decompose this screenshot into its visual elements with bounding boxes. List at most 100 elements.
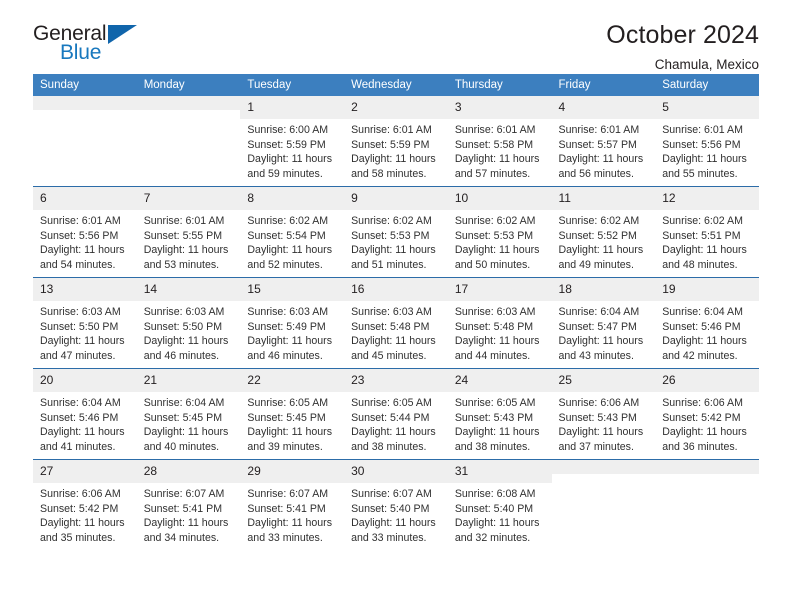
- sunrise-text: Sunrise: 6:01 AM: [558, 124, 640, 136]
- day-cell[interactable]: 15 Sunrise: 6:03 AM Sunset: 5:49 PM Dayl…: [240, 277, 345, 369]
- day-cell: [551, 459, 656, 550]
- day-number: 1: [240, 96, 345, 119]
- day-cell[interactable]: 2 Sunrise: 6:01 AM Sunset: 5:59 PM Dayli…: [344, 96, 448, 187]
- day-cell[interactable]: 9 Sunrise: 6:02 AM Sunset: 5:53 PM Dayli…: [344, 186, 448, 278]
- day-number: [136, 96, 241, 110]
- day-number: 26: [655, 369, 759, 392]
- day-cell[interactable]: 18 Sunrise: 6:04 AM Sunset: 5:47 PM Dayl…: [551, 277, 656, 369]
- day-cell[interactable]: 31 Sunrise: 6:08 AM Sunset: 5:40 PM Dayl…: [447, 459, 552, 550]
- weekday-header-monday: Monday: [136, 74, 241, 96]
- day-cell[interactable]: 27 Sunrise: 6:06 AM Sunset: 5:42 PM Dayl…: [33, 459, 137, 550]
- sunset-text: Sunset: 5:47 PM: [558, 320, 637, 333]
- day-number: 24: [447, 369, 552, 392]
- day-details: Sunrise: 6:06 AM Sunset: 5:43 PM Dayligh…: [552, 392, 656, 454]
- day-cell[interactable]: 5 Sunrise: 6:01 AM Sunset: 5:56 PM Dayli…: [655, 96, 759, 187]
- day-details: Sunrise: 6:03 AM Sunset: 5:49 PM Dayligh…: [240, 301, 344, 363]
- daylight-text-line1: Daylight: 11 hours: [40, 426, 125, 439]
- day-cell[interactable]: 4 Sunrise: 6:01 AM Sunset: 5:57 PM Dayli…: [551, 96, 656, 187]
- sunrise-text: Sunrise: 6:08 AM: [454, 488, 536, 500]
- day-cell[interactable]: 8 Sunrise: 6:02 AM Sunset: 5:54 PM Dayli…: [240, 186, 345, 278]
- day-cell[interactable]: 16 Sunrise: 6:03 AM Sunset: 5:48 PM Dayl…: [344, 277, 448, 369]
- day-cell[interactable]: 21 Sunrise: 6:04 AM Sunset: 5:45 PM Dayl…: [136, 368, 241, 460]
- day-number: 19: [655, 278, 759, 301]
- day-details: Sunrise: 6:02 AM Sunset: 5:53 PM Dayligh…: [344, 210, 448, 272]
- sunrise-text: Sunrise: 6:06 AM: [558, 397, 640, 409]
- day-details: Sunrise: 6:02 AM Sunset: 5:53 PM Dayligh…: [448, 210, 552, 272]
- sunrise-text: Sunrise: 6:05 AM: [454, 397, 536, 409]
- calendar-week-row: 6 Sunrise: 6:01 AM Sunset: 5:56 PM Dayli…: [33, 186, 759, 278]
- sunrise-text: Sunrise: 6:07 AM: [247, 488, 329, 500]
- day-cell[interactable]: 30 Sunrise: 6:07 AM Sunset: 5:40 PM Dayl…: [344, 459, 448, 550]
- sunset-text: Sunset: 5:51 PM: [662, 229, 741, 242]
- sunrise-text: Sunrise: 6:01 AM: [454, 124, 536, 136]
- sunrise-text: Sunrise: 6:01 AM: [143, 215, 225, 227]
- daylight-text-line2: and 37 minutes.: [558, 440, 634, 453]
- day-details: Sunrise: 6:03 AM Sunset: 5:48 PM Dayligh…: [448, 301, 552, 363]
- day-cell[interactable]: 6 Sunrise: 6:01 AM Sunset: 5:56 PM Dayli…: [33, 186, 137, 278]
- day-number: 15: [240, 278, 345, 301]
- day-cell[interactable]: 3 Sunrise: 6:01 AM Sunset: 5:58 PM Dayli…: [447, 96, 552, 187]
- sunrise-text: Sunrise: 6:01 AM: [662, 124, 743, 136]
- daylight-text-line1: Daylight: 11 hours: [454, 244, 540, 257]
- day-cell[interactable]: 13 Sunrise: 6:03 AM Sunset: 5:50 PM Dayl…: [33, 277, 137, 369]
- daylight-text-line2: and 47 minutes.: [40, 349, 116, 362]
- day-details: Sunrise: 6:07 AM Sunset: 5:40 PM Dayligh…: [344, 483, 448, 545]
- sunset-text: Sunset: 5:43 PM: [558, 411, 637, 424]
- day-details: Sunrise: 6:04 AM Sunset: 5:45 PM Dayligh…: [137, 392, 241, 454]
- day-details: Sunrise: 6:03 AM Sunset: 5:50 PM Dayligh…: [33, 301, 137, 363]
- day-cell[interactable]: 23 Sunrise: 6:05 AM Sunset: 5:44 PM Dayl…: [344, 368, 448, 460]
- day-cell[interactable]: 29 Sunrise: 6:07 AM Sunset: 5:41 PM Dayl…: [240, 459, 345, 550]
- sunset-text: Sunset: 5:59 PM: [351, 138, 430, 151]
- day-cell[interactable]: 26 Sunrise: 6:06 AM Sunset: 5:42 PM Dayl…: [655, 368, 759, 460]
- daylight-text-line2: and 33 minutes.: [247, 531, 323, 544]
- day-number: 29: [240, 460, 345, 483]
- sunset-text: Sunset: 5:45 PM: [247, 411, 326, 424]
- sunset-text: Sunset: 5:50 PM: [40, 320, 119, 333]
- day-number: 3: [447, 96, 552, 119]
- sunrise-text: Sunrise: 6:00 AM: [247, 124, 329, 136]
- daylight-text-line2: and 50 minutes.: [454, 258, 531, 271]
- logo-triangle-icon: [108, 25, 137, 44]
- sunset-text: Sunset: 5:59 PM: [247, 138, 326, 151]
- sunrise-text: Sunrise: 6:06 AM: [40, 488, 121, 500]
- day-details: Sunrise: 6:07 AM Sunset: 5:41 PM Dayligh…: [137, 483, 241, 545]
- daylight-text-line2: and 52 minutes.: [247, 258, 323, 271]
- day-cell[interactable]: 11 Sunrise: 6:02 AM Sunset: 5:52 PM Dayl…: [551, 186, 656, 278]
- day-number: 9: [344, 187, 448, 210]
- day-number: 30: [344, 460, 448, 483]
- sunrise-text: Sunrise: 6:06 AM: [662, 397, 743, 409]
- day-cell[interactable]: 24 Sunrise: 6:05 AM Sunset: 5:43 PM Dayl…: [447, 368, 552, 460]
- sunrise-text: Sunrise: 6:02 AM: [662, 215, 743, 227]
- sunrise-text: Sunrise: 6:03 AM: [40, 306, 121, 318]
- day-number: 13: [33, 278, 137, 301]
- day-details: Sunrise: 6:04 AM Sunset: 5:46 PM Dayligh…: [655, 301, 759, 363]
- day-cell[interactable]: 7 Sunrise: 6:01 AM Sunset: 5:55 PM Dayli…: [136, 186, 241, 278]
- daylight-text-line2: and 57 minutes.: [454, 167, 531, 180]
- daylight-text-line1: Daylight: 11 hours: [351, 517, 436, 530]
- day-number: 12: [655, 187, 759, 210]
- day-cell[interactable]: 25 Sunrise: 6:06 AM Sunset: 5:43 PM Dayl…: [551, 368, 656, 460]
- daylight-text-line2: and 38 minutes.: [454, 440, 531, 453]
- day-cell[interactable]: 12 Sunrise: 6:02 AM Sunset: 5:51 PM Dayl…: [655, 186, 759, 278]
- day-cell[interactable]: 28 Sunrise: 6:07 AM Sunset: 5:41 PM Dayl…: [136, 459, 241, 550]
- daylight-text-line2: and 46 minutes.: [143, 349, 220, 362]
- day-cell[interactable]: 17 Sunrise: 6:03 AM Sunset: 5:48 PM Dayl…: [447, 277, 552, 369]
- sunset-text: Sunset: 5:46 PM: [40, 411, 119, 424]
- day-details: Sunrise: 6:05 AM Sunset: 5:43 PM Dayligh…: [448, 392, 552, 454]
- day-cell[interactable]: 20 Sunrise: 6:04 AM Sunset: 5:46 PM Dayl…: [33, 368, 137, 460]
- daylight-text-line2: and 32 minutes.: [454, 531, 531, 544]
- day-cell[interactable]: 22 Sunrise: 6:05 AM Sunset: 5:45 PM Dayl…: [240, 368, 345, 460]
- daylight-text-line2: and 48 minutes.: [662, 258, 738, 271]
- sunset-text: Sunset: 5:43 PM: [454, 411, 534, 424]
- day-cell[interactable]: 19 Sunrise: 6:04 AM Sunset: 5:46 PM Dayl…: [655, 277, 759, 369]
- day-number: 7: [136, 187, 241, 210]
- day-cell[interactable]: 1 Sunrise: 6:00 AM Sunset: 5:59 PM Dayli…: [240, 96, 345, 187]
- sunset-text: Sunset: 5:58 PM: [454, 138, 534, 151]
- day-cell[interactable]: 10 Sunrise: 6:02 AM Sunset: 5:53 PM Dayl…: [447, 186, 552, 278]
- daylight-text-line2: and 42 minutes.: [662, 349, 738, 362]
- day-cell[interactable]: 14 Sunrise: 6:03 AM Sunset: 5:50 PM Dayl…: [136, 277, 241, 369]
- day-number: 2: [344, 96, 448, 119]
- day-details: Sunrise: 6:01 AM Sunset: 5:57 PM Dayligh…: [552, 119, 656, 181]
- sunrise-text: Sunrise: 6:05 AM: [247, 397, 329, 409]
- sunrise-text: Sunrise: 6:04 AM: [662, 306, 743, 318]
